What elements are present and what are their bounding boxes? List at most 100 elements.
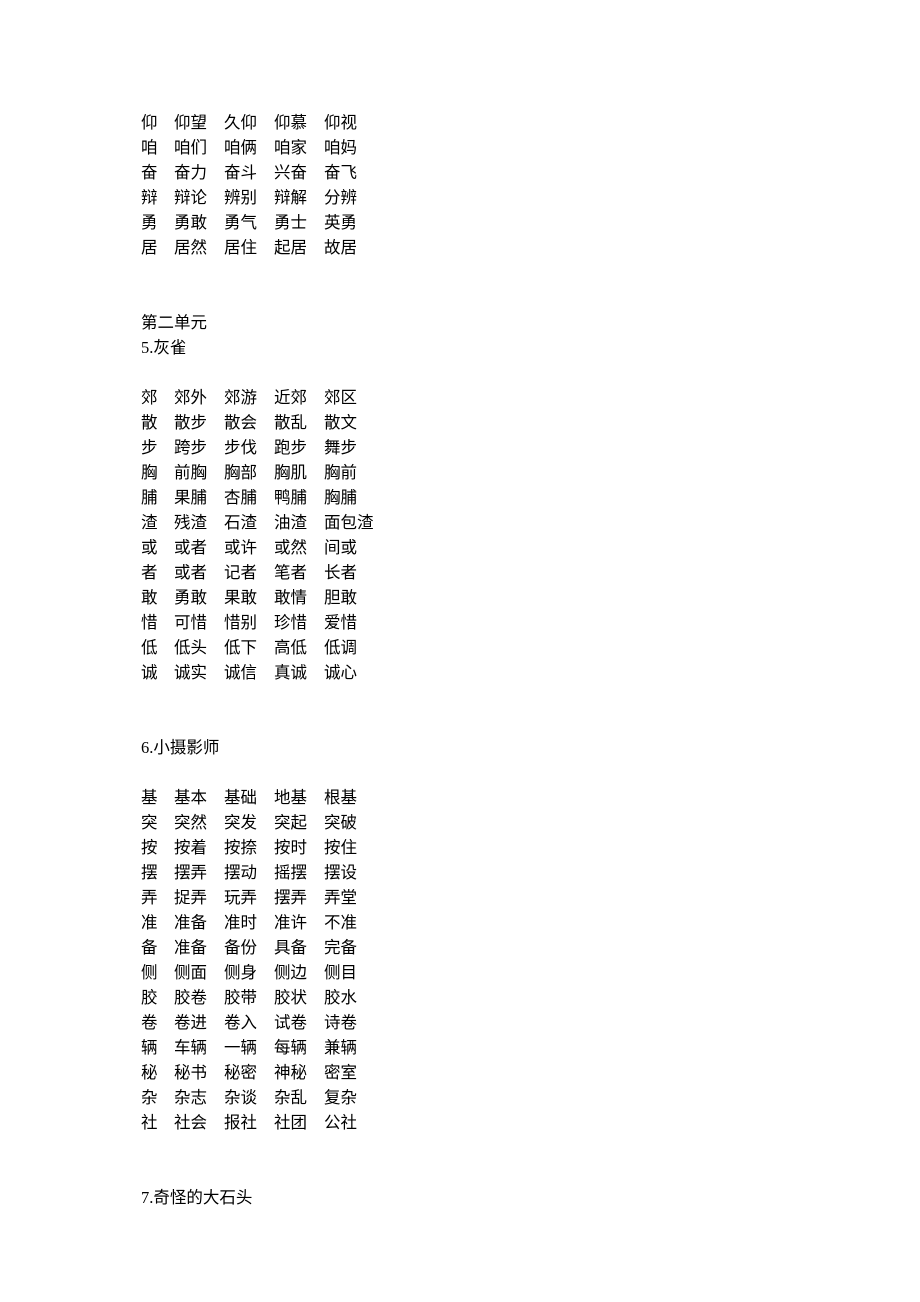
vocab-word: 郊游 — [224, 385, 274, 410]
vocab-word: 居住 — [224, 235, 274, 260]
vocab-word: 突然 — [174, 810, 224, 835]
vocab-word: 笔者 — [274, 560, 324, 585]
vocab-word: 面包渣 — [324, 510, 390, 535]
key-char: 杂 — [141, 1085, 174, 1110]
key-char: 摆 — [141, 860, 174, 885]
vocab-word: 长者 — [324, 560, 374, 585]
vocab-word: 诚心 — [324, 660, 374, 685]
vocab-word: 咱家 — [274, 135, 324, 160]
vocab-word: 散文 — [324, 410, 374, 435]
vocab-word: 杂谈 — [224, 1085, 274, 1110]
vocab-word: 社团 — [274, 1110, 324, 1135]
key-char: 郊 — [141, 385, 174, 410]
vocab-word: 敢情 — [274, 585, 324, 610]
vocab-word: 报社 — [224, 1110, 274, 1135]
vocab-word: 胶状 — [274, 985, 324, 1010]
vocab-word: 果脯 — [174, 485, 224, 510]
vocab-word: 神秘 — [274, 1060, 324, 1085]
key-char: 胶 — [141, 985, 174, 1010]
vocab-word: 不准 — [324, 910, 374, 935]
vocab-word: 散会 — [224, 410, 274, 435]
vocab-row: 备准备备份具备完备 — [141, 935, 920, 960]
vocab-word: 可惜 — [174, 610, 224, 635]
vocab-row: 辩辩论辨别辩解分辨 — [141, 185, 920, 210]
vocab-word: 诗卷 — [324, 1010, 374, 1035]
vocab-row: 基基本基础地基根基 — [141, 785, 920, 810]
vocab-word: 秘书 — [174, 1060, 224, 1085]
key-char: 勇 — [141, 210, 174, 235]
vocab-row: 准准备准时准许不准 — [141, 910, 920, 935]
vocab-word: 胸肌 — [274, 460, 324, 485]
key-char: 奋 — [141, 160, 174, 185]
vocab-word: 或许 — [224, 535, 274, 560]
vocab-word: 完备 — [324, 935, 374, 960]
vocab-word: 摆动 — [224, 860, 274, 885]
vocab-row: 脯果脯杏脯鸭脯胸脯 — [141, 485, 920, 510]
vocab-row: 弄捉弄玩弄摆弄弄堂 — [141, 885, 920, 910]
vocab-word: 仰视 — [324, 110, 374, 135]
vocab-word: 仰望 — [174, 110, 224, 135]
vocab-word: 复杂 — [324, 1085, 374, 1110]
vocab-word: 低下 — [224, 635, 274, 660]
key-char: 卷 — [141, 1010, 174, 1035]
key-char: 者 — [141, 560, 174, 585]
vocab-word: 按时 — [274, 835, 324, 860]
vocab-word: 郊区 — [324, 385, 374, 410]
vocab-row: 低低头低下高低低调 — [141, 635, 920, 660]
vocab-word: 诚信 — [224, 660, 274, 685]
key-char: 散 — [141, 410, 174, 435]
vocab-word: 辨别 — [224, 185, 274, 210]
key-char: 步 — [141, 435, 174, 460]
vocab-word: 具备 — [274, 935, 324, 960]
vocab-word: 胆敢 — [324, 585, 374, 610]
vocab-word: 故居 — [324, 235, 374, 260]
key-char: 敢 — [141, 585, 174, 610]
key-char: 社 — [141, 1110, 174, 1135]
vocab-word: 鸭脯 — [274, 485, 324, 510]
lesson-heading: 6.小摄影师 — [141, 735, 920, 760]
vocab-word: 舞步 — [324, 435, 374, 460]
vocab-word: 一辆 — [224, 1035, 274, 1060]
vocab-word: 勇敢 — [174, 585, 224, 610]
vocab-word: 咱俩 — [224, 135, 274, 160]
vocab-row: 胶胶卷胶带胶状胶水 — [141, 985, 920, 1010]
vocab-word: 前胸 — [174, 460, 224, 485]
vocab-word: 散步 — [174, 410, 224, 435]
vocab-word: 准时 — [224, 910, 274, 935]
vocab-word: 按捺 — [224, 835, 274, 860]
vocab-word: 奋斗 — [224, 160, 274, 185]
vocab-word: 社会 — [174, 1110, 224, 1135]
key-char: 突 — [141, 810, 174, 835]
vocab-word: 试卷 — [274, 1010, 324, 1035]
vocab-word: 咱们 — [174, 135, 224, 160]
vocab-word: 根基 — [324, 785, 374, 810]
vocab-word: 步伐 — [224, 435, 274, 460]
vocab-row: 秘秘书秘密神秘密室 — [141, 1060, 920, 1085]
vocab-word: 或者 — [174, 535, 224, 560]
vocab-row: 敢勇敢果敢敢情胆敢 — [141, 585, 920, 610]
key-char: 侧 — [141, 960, 174, 985]
vocab-row: 或或者或许或然间或 — [141, 535, 920, 560]
vocab-word: 或然 — [274, 535, 324, 560]
vocab-word: 仰慕 — [274, 110, 324, 135]
vocab-word: 胸部 — [224, 460, 274, 485]
vocab-word: 卷进 — [174, 1010, 224, 1035]
vocab-word: 备份 — [224, 935, 274, 960]
vocab-word: 久仰 — [224, 110, 274, 135]
vocab-word: 密室 — [324, 1060, 374, 1085]
vocab-row: 居居然居住起居故居 — [141, 235, 920, 260]
key-char: 准 — [141, 910, 174, 935]
key-char: 辩 — [141, 185, 174, 210]
vocab-row: 辆车辆一辆每辆兼辆 — [141, 1035, 920, 1060]
vocab-word: 近郊 — [274, 385, 324, 410]
vocab-word: 准备 — [174, 935, 224, 960]
key-char: 惜 — [141, 610, 174, 635]
vocab-word: 珍惜 — [274, 610, 324, 635]
vocab-word: 玩弄 — [224, 885, 274, 910]
unit-heading: 第二单元 — [141, 310, 920, 335]
lesson-heading: 7.奇怪的大石头 — [141, 1185, 920, 1210]
vocab-word: 突发 — [224, 810, 274, 835]
vocab-word: 辩解 — [274, 185, 324, 210]
vocab-word: 杂乱 — [274, 1085, 324, 1110]
vocab-word: 分辨 — [324, 185, 374, 210]
